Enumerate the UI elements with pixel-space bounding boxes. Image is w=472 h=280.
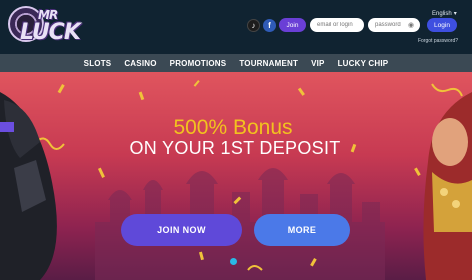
login-button[interactable]: Login (427, 18, 457, 32)
nav-item-casino[interactable]: CASINO (124, 59, 156, 68)
show-password-icon[interactable]: ◉ (408, 21, 414, 29)
forgot-password-link[interactable]: Forgot password? (418, 38, 458, 44)
nav-item-lucky-chip[interactable]: LUCKY CHIP (338, 59, 389, 68)
mr-luck-logo[interactable]: MR LUCK (2, 4, 94, 50)
carousel-indicator-dot[interactable] (230, 258, 237, 265)
main-nav: SLOTS CASINO PROMOTIONS TOURNAMENT VIP L… (0, 54, 472, 72)
logo-line2: LUCK (20, 20, 81, 45)
chevron-down-icon: ▾ (453, 11, 457, 17)
facebook-icon[interactable]: f (263, 19, 276, 32)
hero-subheadline: ON YOUR 1ST DEPOSIT (129, 138, 341, 158)
join-button[interactable]: Join (279, 18, 306, 32)
nav-item-slots[interactable]: SLOTS (84, 59, 112, 68)
more-button[interactable]: MORE (254, 214, 350, 246)
language-label: English (432, 11, 452, 17)
nav-item-tournament[interactable]: TOURNAMENT (239, 59, 298, 68)
nav-item-vip[interactable]: VIP (311, 59, 325, 68)
nav-item-promotions[interactable]: PROMOTIONS (170, 59, 227, 68)
join-now-button[interactable]: JOIN NOW (121, 214, 242, 246)
hero-banner: 500% Bonus ON YOUR 1ST DEPOSIT JOIN NOW … (0, 72, 472, 280)
hero-background-illustration (0, 80, 472, 280)
site-header: MR LUCK English▾ ♪ f Join ◉ Login Forgot… (0, 0, 472, 54)
hero-headline: 500% Bonus (173, 116, 293, 139)
tiktok-icon[interactable]: ♪ (247, 19, 260, 32)
email-field[interactable] (310, 18, 364, 32)
language-selector[interactable]: English ▾ (432, 10, 457, 17)
logo-text: MR LUCK (20, 8, 81, 45)
